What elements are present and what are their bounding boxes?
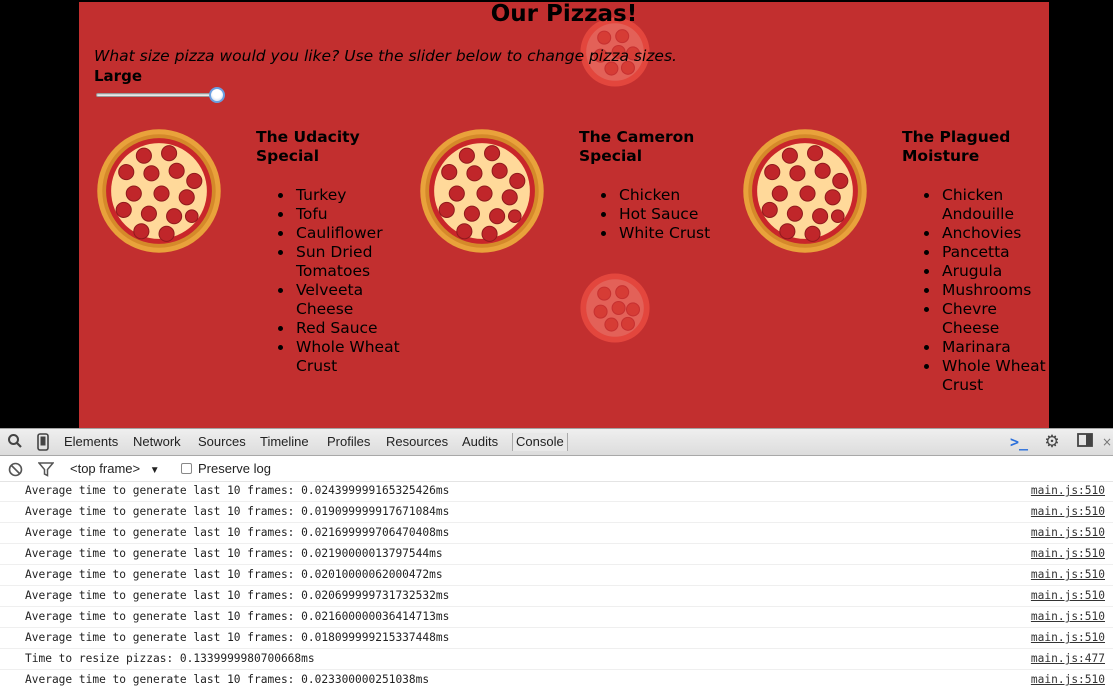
source-link[interactable]: main.js:477 (1031, 652, 1105, 665)
console-message-row: Average time to generate last 10 frames:… (0, 670, 1113, 688)
console-toolbar: <top frame> ▼ Preserve log (0, 457, 1113, 482)
pizza-image (743, 129, 867, 253)
source-link[interactable]: main.js:510 (1031, 526, 1105, 539)
console-message-row: Average time to generate last 10 frames:… (0, 565, 1113, 586)
console-message-row: Time to resize pizzas: 0.133999998070066… (0, 649, 1113, 670)
devtools-tabbar: Elements Network Sources Timeline Profiles Re… (0, 429, 1113, 456)
topping-item: Hot Sauce (579, 205, 729, 224)
browser-viewport: Our Pizzas! What size pizza would you li… (0, 0, 1113, 428)
topping-item: Marinara (902, 338, 1049, 357)
source-link[interactable]: main.js:510 (1031, 673, 1105, 686)
source-link[interactable]: main.js:510 (1031, 547, 1105, 560)
toppings-list: Turkey Tofu Cauliflower Sun Dried Tomatoes V… (256, 186, 406, 376)
topping-item: White Crust (579, 224, 729, 243)
console-message-text: Average time to generate last 10 frames:… (25, 610, 450, 623)
source-link[interactable]: main.js:510 (1031, 568, 1105, 581)
console-message-text: Average time to generate last 10 frames:… (25, 589, 450, 602)
close-icon[interactable]: × (1101, 433, 1113, 451)
source-link[interactable]: main.js:510 (1031, 610, 1105, 623)
pizza-card: The Cameron Special Chicken Hot Sauce White… (419, 126, 739, 416)
source-link[interactable]: main.js:510 (1031, 505, 1105, 518)
topping-item: Pancetta (902, 243, 1049, 262)
tab-sources[interactable]: Sources (198, 433, 246, 451)
pizza-card: The Udacity Special Turkey Tofu Cauliflower… (96, 126, 416, 416)
console-message-text: Average time to generate last 10 frames:… (25, 673, 430, 686)
topping-item: Cauliflower (256, 224, 406, 243)
pizza-size-slider[interactable] (96, 87, 226, 103)
size-prompt: What size pizza would you like? Use the … (94, 47, 677, 65)
topping-item: Chevre Cheese (902, 300, 1049, 338)
tab-console[interactable]: Console (512, 433, 568, 451)
console-message-row: Average time to generate last 10 frames:… (0, 481, 1113, 502)
console-message-row: Average time to generate last 10 frames:… (0, 628, 1113, 649)
tab-profiles[interactable]: Profiles (327, 433, 370, 451)
topping-item: Chicken Andouille (902, 186, 1049, 224)
pizza-card: The Plagued Moisture Chicken Andouille Anc… (742, 126, 1049, 416)
pizza-name: The Udacity Special (256, 128, 360, 165)
preserve-log-checkbox[interactable] (181, 463, 192, 474)
dock-side-icon[interactable] (1076, 433, 1094, 451)
console-message-row: Average time to generate last 10 frames:… (0, 607, 1113, 628)
devtools-panel: Elements Network Sources Timeline Profiles Re… (0, 428, 1113, 688)
page-title: Our Pizzas! (490, 2, 638, 27)
console-message-text: Average time to generate last 10 frames:… (25, 568, 443, 581)
pizza-size-label: Large (94, 67, 142, 85)
drawer-console-icon[interactable]: >_ (1010, 433, 1028, 451)
console-message-text: Average time to generate last 10 frames:… (25, 484, 450, 497)
topping-item: Sun Dried Tomatoes (256, 243, 406, 281)
pizza-image (420, 129, 544, 253)
topping-item: Red Sauce (256, 319, 406, 338)
tab-resources[interactable]: Resources (386, 433, 448, 451)
topping-item: Mushrooms (902, 281, 1049, 300)
topping-item: Velveeta Cheese (256, 281, 406, 319)
console-message-text: Average time to generate last 10 frames:… (25, 631, 450, 644)
filter-icon[interactable] (37, 462, 55, 480)
topping-item: Whole Wheat Crust (902, 357, 1049, 395)
pizza-image (97, 129, 221, 253)
pizza-name: The Cameron Special (579, 128, 695, 165)
console-message-row: Average time to generate last 10 frames:… (0, 544, 1113, 565)
console-message-text: Average time to generate last 10 frames:… (25, 505, 450, 518)
clear-console-icon[interactable] (8, 462, 23, 480)
console-message-text: Average time to generate last 10 frames:… (25, 526, 450, 539)
topping-item: Tofu (256, 205, 406, 224)
preserve-log-label[interactable]: Preserve log (198, 461, 271, 476)
topping-item: Turkey (256, 186, 406, 205)
gear-icon[interactable]: ⚙ (1043, 433, 1061, 451)
console-message-text: Average time to generate last 10 frames:… (25, 547, 443, 560)
tab-elements[interactable]: Elements (64, 433, 118, 451)
slider-track[interactable] (96, 93, 220, 97)
source-link[interactable]: main.js:510 (1031, 589, 1105, 602)
console-message-row: Average time to generate last 10 frames:… (0, 586, 1113, 607)
source-link[interactable]: main.js:510 (1031, 484, 1105, 497)
pizza-page: Our Pizzas! What size pizza would you li… (79, 2, 1049, 428)
console-message-row: Average time to generate last 10 frames:… (0, 502, 1113, 523)
console-messages: Average time to generate last 10 frames:… (0, 481, 1113, 688)
tab-audits[interactable]: Audits (462, 433, 498, 451)
frame-select[interactable]: <top frame> ▼ (70, 461, 160, 476)
source-link[interactable]: main.js:510 (1031, 631, 1105, 644)
topping-item: Anchovies (902, 224, 1049, 243)
toppings-list: Chicken Andouille Anchovies Pancetta Arugul… (902, 186, 1049, 395)
device-mode-icon[interactable] (34, 433, 52, 451)
topping-item: Chicken (579, 186, 729, 205)
console-message-text: Time to resize pizzas: 0.133999998070066… (25, 652, 315, 665)
toppings-list: Chicken Hot Sauce White Crust (579, 186, 729, 243)
slider-thumb[interactable] (209, 87, 225, 103)
search-icon[interactable] (6, 433, 24, 451)
topping-item: Whole Wheat Crust (256, 338, 406, 376)
pizza-name: The Plagued Moisture (902, 128, 1011, 165)
chevron-down-icon: ▼ (149, 465, 160, 476)
frame-select-value: <top frame> (70, 461, 141, 476)
tab-timeline[interactable]: Timeline (260, 433, 309, 451)
tab-network[interactable]: Network (133, 433, 181, 451)
console-message-row: Average time to generate last 10 frames:… (0, 523, 1113, 544)
topping-item: Arugula (902, 262, 1049, 281)
